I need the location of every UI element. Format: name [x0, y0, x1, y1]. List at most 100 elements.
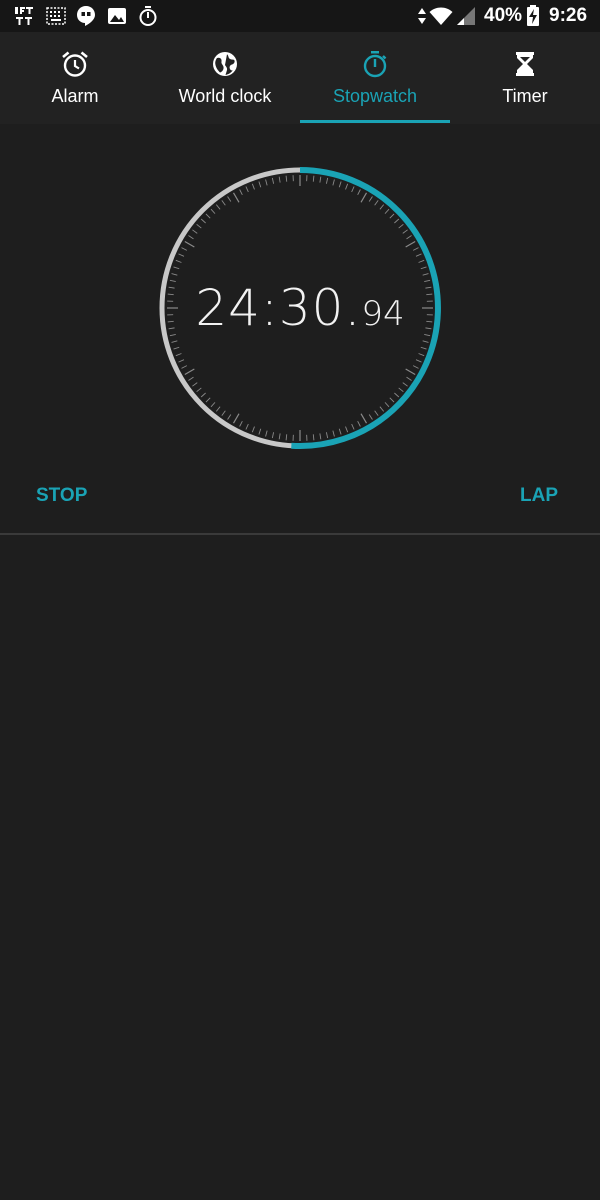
dial-tick [200, 218, 206, 224]
dial-tick [325, 177, 329, 184]
dial-tick [402, 229, 408, 234]
dial-tick [398, 223, 404, 229]
dial-tick [389, 213, 395, 219]
dial-tick [285, 175, 288, 182]
dial-tick [271, 432, 275, 439]
active-tab-indicator [300, 120, 450, 123]
dial-tick [205, 213, 211, 219]
tab-timer[interactable]: Timer [450, 32, 600, 124]
dial-tick [405, 240, 416, 248]
dial-tick [312, 175, 315, 182]
dial-tick [357, 420, 361, 427]
dial-tick [360, 192, 368, 203]
dial-tick [374, 410, 379, 416]
elapsed-time: 24:30.94 [150, 276, 450, 352]
dial-tick [351, 423, 355, 430]
stopwatch-screen: 40% 9:26 Alarm World clock Stopwatch Tim… [0, 0, 600, 1200]
dial-tick [265, 430, 268, 437]
stop-button[interactable]: STOP [36, 478, 87, 514]
dial-tick [351, 186, 355, 193]
dial-tick [258, 428, 262, 435]
dial-tick [389, 397, 395, 403]
lap-button[interactable]: LAP [520, 478, 558, 514]
dial-tick [368, 196, 373, 202]
tab-world-clock[interactable]: World clock [150, 32, 300, 124]
dial-tick [402, 382, 408, 387]
dial-tick [215, 204, 221, 210]
dial-tick [205, 397, 211, 403]
dial-tick [175, 353, 182, 357]
dial-tick [368, 414, 373, 420]
clock-time: 9:26 [549, 5, 588, 26]
dial-tick [357, 189, 361, 196]
dial-tick [188, 235, 194, 240]
hourglass-icon [516, 52, 534, 76]
dial-tick [422, 273, 429, 276]
dial-tick [258, 181, 262, 188]
tab-alarm[interactable]: Alarm [0, 32, 150, 124]
status-bar: 40% 9:26 [0, 0, 600, 32]
dial-tick [418, 353, 425, 357]
tab-alarm-label: Alarm [51, 86, 99, 106]
dial-tick [345, 426, 349, 433]
dial-tick [319, 433, 322, 440]
ifttt-icon [15, 7, 33, 25]
dial-tick [196, 223, 202, 229]
dial-tick [192, 382, 198, 387]
dial-tick [239, 189, 243, 196]
dial-tick [332, 430, 335, 437]
keyboard-grid-icon [46, 7, 66, 25]
elapsed-time-hundredths: 94 [361, 294, 405, 334]
image-icon [108, 8, 126, 24]
dial-tick [232, 192, 240, 203]
dial-tick [406, 376, 412, 381]
dial-tick [412, 247, 419, 251]
dial-tick [360, 413, 368, 424]
alarm-clock-icon [62, 51, 88, 77]
tab-stopwatch-label: Stopwatch [332, 86, 418, 106]
hangouts-icon [77, 6, 95, 26]
dial-tick [394, 392, 400, 398]
dial-tick [345, 183, 349, 190]
dial-tick [196, 387, 202, 393]
dial-tick [251, 183, 255, 190]
dial-tick [171, 273, 178, 276]
dial-tick [325, 432, 329, 439]
dial-tick [271, 177, 275, 184]
globe-icon [213, 52, 237, 76]
dial-tick [319, 176, 322, 183]
dial-tick [245, 423, 249, 430]
stopwatch-notification-icon [139, 6, 157, 26]
dial-tick [178, 359, 185, 363]
dial-tick [278, 176, 281, 183]
tab-stopwatch[interactable]: Stopwatch [300, 32, 450, 124]
wifi-icon [429, 7, 453, 25]
dial-tick [175, 259, 182, 263]
dial-tick [239, 420, 243, 427]
dial-tick [285, 434, 288, 441]
dial-tick [406, 235, 412, 240]
dial-tick [379, 406, 385, 412]
stopwatch-icon [363, 51, 387, 78]
vibrate-arrows-icon [418, 8, 426, 24]
dial-tick [221, 200, 226, 206]
battery-percentage: 40% [484, 5, 523, 26]
dial-tick [227, 414, 232, 420]
lap-list [0, 535, 600, 1200]
dial-tick [398, 387, 404, 393]
dial-tick [184, 368, 195, 376]
battery-charging-icon [527, 5, 539, 26]
dial-tick [379, 204, 385, 210]
tab-timer-label: Timer [502, 86, 548, 106]
dial-tick [227, 196, 232, 202]
dial-tick [184, 240, 195, 248]
dial-tick [200, 392, 206, 398]
dial-tick [278, 433, 281, 440]
dial-tick [173, 266, 180, 270]
dial-tick [394, 218, 400, 224]
tab-bar: Alarm World clock Stopwatch Timer [0, 32, 600, 124]
dial-tick [210, 402, 216, 408]
dial-tick [412, 365, 419, 369]
dial-tick [192, 229, 198, 234]
dial-tick [420, 266, 427, 270]
